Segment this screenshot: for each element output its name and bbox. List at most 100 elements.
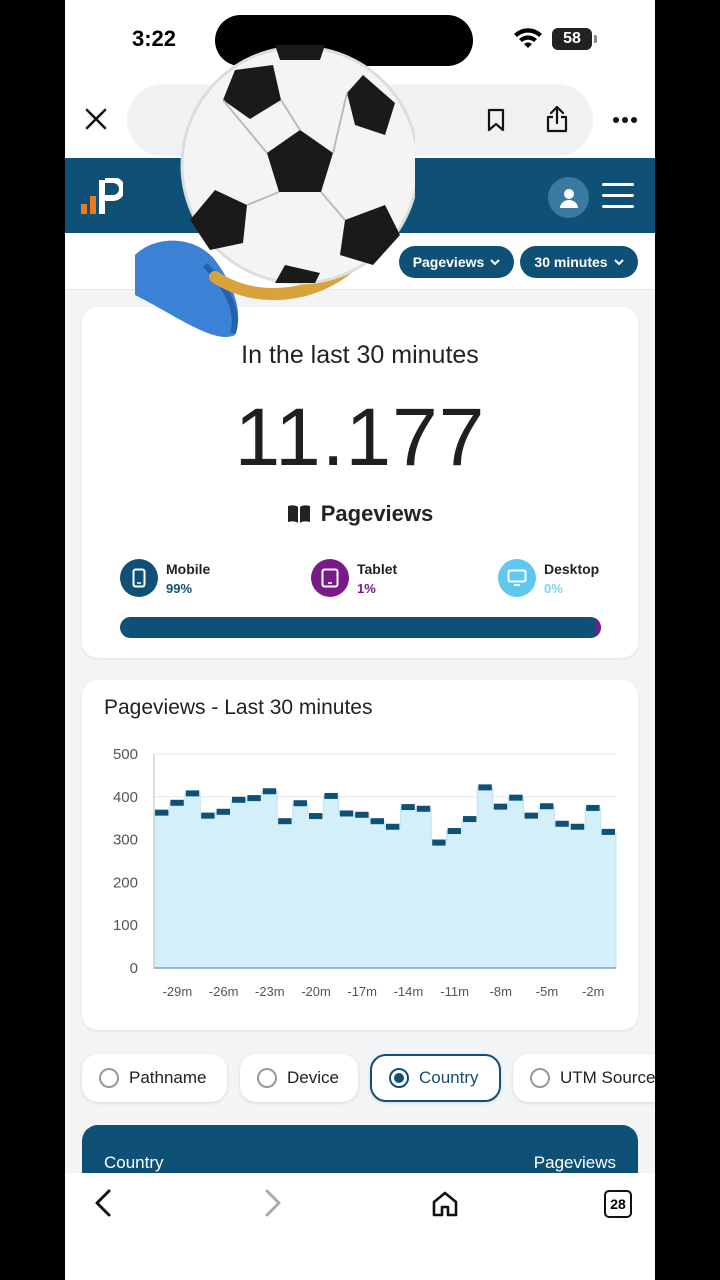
summary-metric-label: Pageviews — [320, 501, 434, 526]
back-icon[interactable] — [91, 1186, 115, 1220]
y-tick-label: 0 — [130, 960, 138, 977]
data-point-cap — [432, 839, 446, 846]
data-point-cap — [386, 823, 400, 830]
y-tick-label: 500 — [113, 746, 138, 763]
data-point-cap — [601, 828, 615, 835]
chevron-down-icon — [613, 258, 624, 265]
data-point-cap — [262, 788, 277, 795]
radio-icon — [257, 1068, 277, 1088]
data-point-cap — [155, 809, 169, 816]
data-point-cap — [463, 816, 477, 823]
data-point-cap — [416, 805, 431, 812]
x-tick-label: -5m — [536, 984, 558, 999]
device-pct: 99% — [166, 580, 193, 596]
soccer-ball-sticker-icon — [135, 45, 415, 337]
range-dropdown-label: 30 minutes — [534, 254, 608, 270]
device-name: Desktop — [544, 560, 600, 577]
battery-indicator: 58 — [552, 28, 592, 50]
data-point-cap — [493, 803, 508, 810]
wifi-icon — [514, 28, 542, 48]
browser-bottom-bar — [65, 1173, 655, 1280]
device-tablet: Tablet 1% — [311, 559, 397, 597]
mobile-icon — [120, 559, 158, 597]
data-point-cap — [324, 792, 338, 799]
desktop-icon — [498, 559, 536, 597]
data-point-cap — [201, 812, 215, 819]
chart-title: Pageviews - Last 30 minutes — [104, 696, 373, 719]
device-pct: 1% — [357, 580, 376, 596]
pageviews-dropdown[interactable]: Pageviews — [399, 246, 514, 278]
data-point-cap — [555, 820, 569, 827]
data-point-cap — [247, 795, 261, 802]
data-point-cap — [447, 828, 461, 835]
y-tick-label: 300 — [113, 832, 138, 849]
data-point-cap — [185, 790, 200, 797]
x-tick-label: -17m — [347, 984, 377, 999]
close-icon[interactable] — [81, 104, 111, 134]
x-tick-label: -23m — [255, 984, 285, 999]
y-tick-label: 200 — [113, 874, 138, 891]
range-dropdown[interactable]: 30 minutes — [520, 246, 638, 278]
share-icon[interactable] — [543, 104, 571, 134]
radio-icon — [99, 1068, 119, 1088]
device-progress-bar — [120, 617, 601, 638]
phone-screen: 3:22 58 Pageviews 30 minutes In the last… — [65, 0, 655, 1280]
summary-metric: Pageviews — [82, 501, 638, 527]
x-tick-label: -29m — [163, 984, 193, 999]
x-tick-label: -14m — [394, 984, 424, 999]
summary-title: In the last 30 minutes — [241, 341, 479, 369]
bookmark-icon[interactable] — [483, 106, 509, 134]
y-tick-label: 400 — [113, 789, 138, 806]
device-name: Tablet — [357, 560, 398, 577]
tablet-icon — [311, 559, 349, 597]
data-point-cap — [293, 800, 307, 807]
summary-value: 11.177 — [234, 392, 486, 483]
x-tick-label: -26m — [209, 984, 239, 999]
x-tick-label: -2m — [582, 984, 604, 999]
data-point-cap — [355, 811, 369, 818]
data-point-cap — [309, 813, 323, 820]
x-tick-label: -20m — [301, 984, 331, 999]
data-point-cap — [170, 799, 184, 806]
data-point-cap — [401, 804, 415, 811]
device-desktop: Desktop 0% — [498, 559, 599, 597]
data-point-cap — [509, 794, 523, 801]
book-icon — [287, 505, 310, 523]
hamburger-menu-icon[interactable] — [602, 183, 634, 209]
data-point-cap — [540, 803, 554, 810]
column-header-country[interactable]: Country — [104, 1153, 164, 1173]
tab-utm-source[interactable]: UTM Source — [513, 1054, 655, 1102]
tab-label: Pathname — [129, 1068, 207, 1087]
data-point-cap — [339, 810, 354, 817]
tab-pathname[interactable]: Pathname — [82, 1054, 227, 1102]
device-mobile: Mobile 99% — [120, 559, 210, 597]
data-point-cap — [524, 812, 538, 819]
pageviews-chart: 500 400 300 200 100 0 -29m -26m -23m -20m -17m -14m… — [113, 746, 617, 999]
home-icon[interactable] — [429, 1188, 461, 1220]
tab-country[interactable]: Country — [370, 1054, 501, 1102]
column-header-pageviews[interactable]: Pageviews — [534, 1153, 616, 1173]
x-tick-label: -11m — [440, 984, 469, 999]
tab-label: UTM Source — [560, 1068, 655, 1087]
tab-label: Device — [287, 1068, 339, 1087]
tabs-count-button[interactable]: 28 — [604, 1190, 632, 1218]
chart-card: Pageviews - Last 30 minutes 500 400 300 200… — [82, 680, 638, 1030]
pageviews-dropdown-label: Pageviews — [412, 254, 485, 270]
data-point-cap — [216, 808, 230, 815]
radio-icon — [530, 1068, 550, 1088]
data-point-cap — [370, 818, 384, 825]
device-pct: 0% — [544, 580, 563, 596]
user-avatar-icon[interactable] — [548, 177, 589, 218]
tab-device[interactable]: Device — [240, 1054, 358, 1102]
data-point-cap — [232, 796, 246, 803]
data-point-cap — [478, 784, 492, 791]
summary-card: In the last 30 minutes 11.177 Pageviews … — [82, 307, 638, 658]
battery-cap — [594, 35, 597, 43]
forward-icon — [261, 1186, 285, 1220]
chevron-down-icon — [490, 258, 501, 265]
device-name: Mobile — [166, 560, 211, 577]
data-point-cap — [278, 818, 292, 825]
x-tick-label: -8m — [490, 984, 512, 999]
more-icon[interactable] — [610, 108, 640, 132]
data-point-cap — [570, 823, 585, 830]
